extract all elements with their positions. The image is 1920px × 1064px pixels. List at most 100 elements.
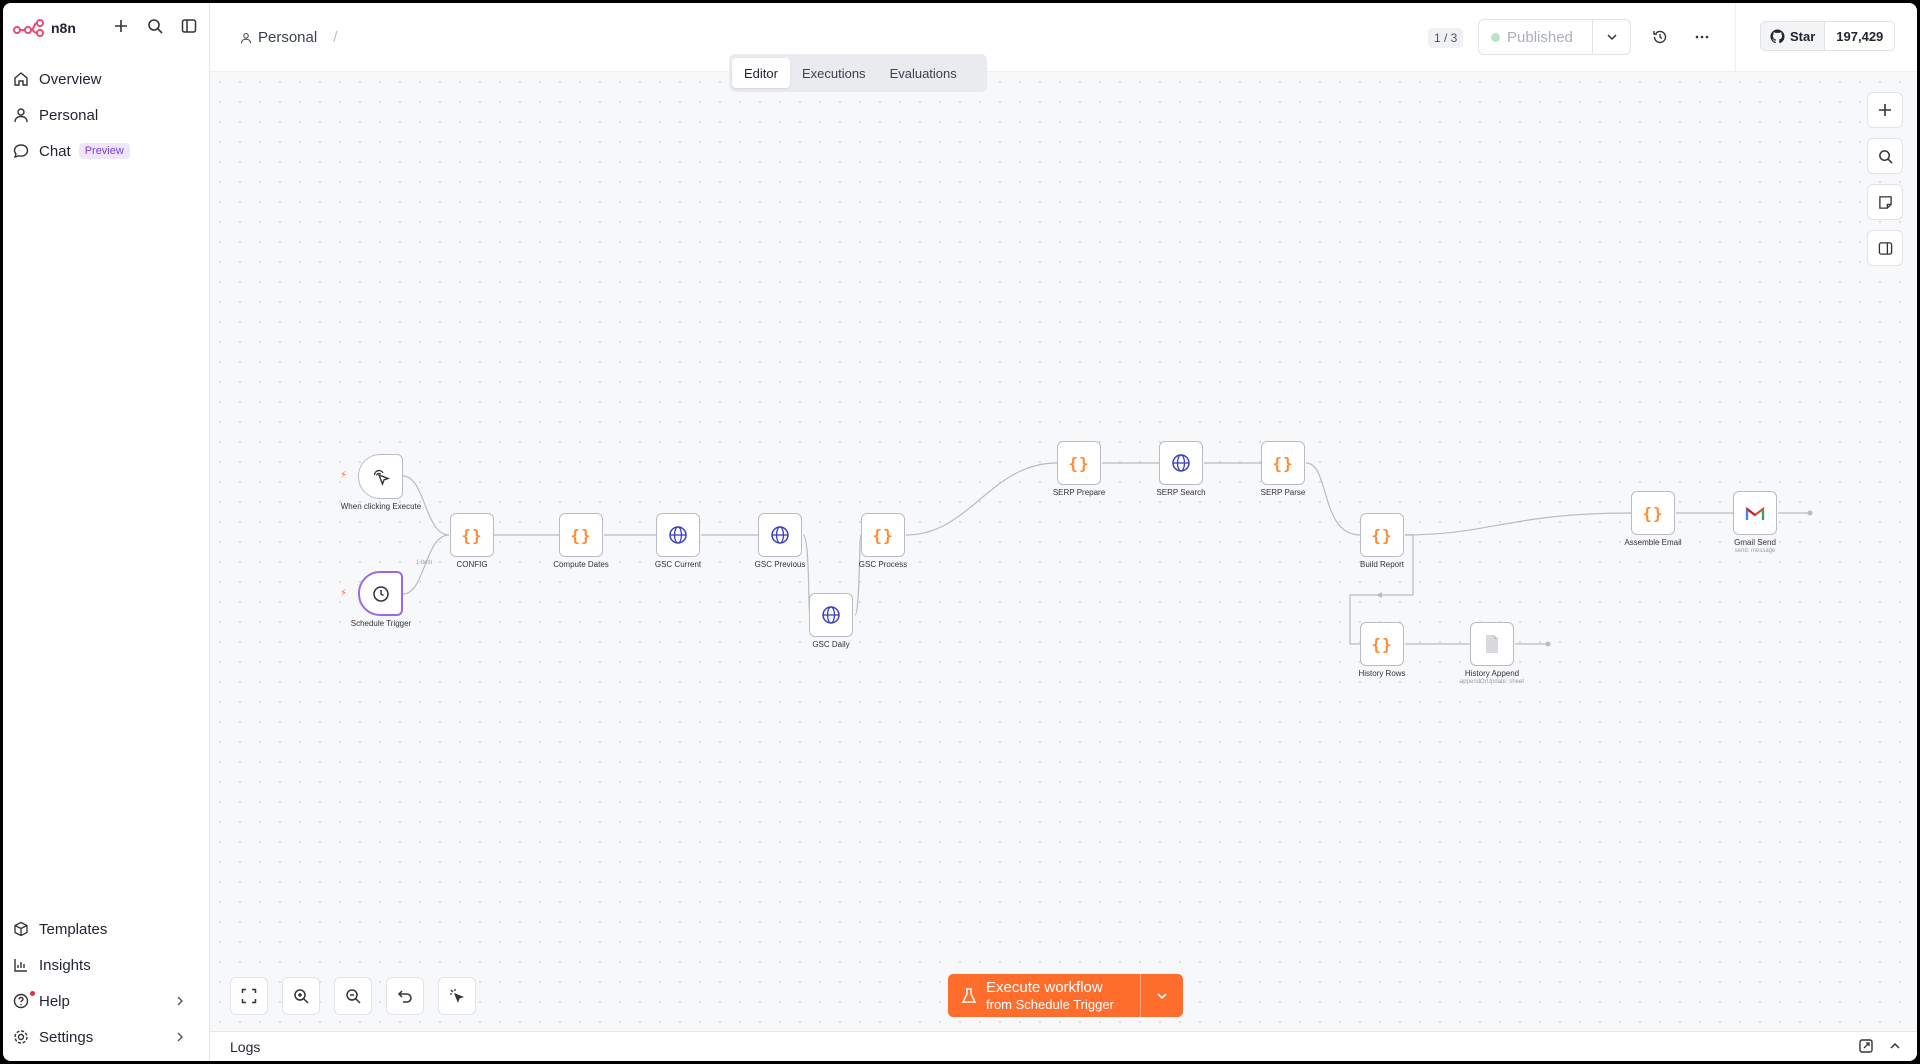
code-icon: {} — [872, 525, 894, 545]
sidebar-item-overview[interactable]: Overview — [3, 61, 209, 97]
sidebar-item-settings[interactable]: Settings — [3, 1019, 209, 1055]
view-tabs: Editor Executions Evaluations — [729, 54, 987, 92]
node-label: SERP Parse — [1260, 488, 1306, 497]
cursor-click-icon — [373, 469, 390, 486]
publish-dropdown-button[interactable] — [1592, 20, 1630, 54]
sidebar-item-label: Personal — [39, 106, 99, 124]
canvas-zoom-toolbar — [230, 977, 476, 1015]
side-panel-icon — [1878, 241, 1892, 255]
sidebar-item-personal[interactable]: Personal — [3, 97, 209, 133]
node-label: Assemble Email — [1624, 538, 1682, 547]
node-serp-prepare[interactable]: {} — [1057, 441, 1101, 485]
app-name: n8n — [51, 20, 76, 36]
code-icon: {} — [570, 525, 592, 545]
node-label: Compute Dates — [553, 560, 609, 569]
version-counter: 1 / 3 — [1428, 28, 1464, 48]
canvas-right-toolbar — [1867, 92, 1903, 266]
node-history-append[interactable] — [1470, 622, 1514, 666]
node-label: Schedule Trigger — [350, 619, 412, 628]
fit-view-button[interactable] — [230, 977, 268, 1015]
sidebar-item-insights[interactable]: Insights — [3, 947, 209, 983]
add-icon[interactable] — [111, 16, 131, 36]
node-manual-trigger[interactable] — [358, 454, 403, 499]
collapse-sidebar-icon[interactable] — [179, 16, 199, 36]
publish-control: Published — [1478, 19, 1631, 55]
node-gmail-send[interactable] — [1733, 491, 1777, 535]
github-icon — [1770, 28, 1785, 43]
sidebar-nav: Overview Personal Chat Preview — [3, 61, 209, 169]
node-label: CONFIG — [456, 560, 488, 569]
tab-editor[interactable]: Editor — [732, 58, 790, 88]
node-gsc-current[interactable] — [656, 513, 700, 557]
node-schedule-trigger[interactable] — [358, 571, 403, 616]
code-icon: {} — [1272, 453, 1294, 473]
search-icon[interactable] — [145, 16, 165, 36]
node-label: Build Report — [1359, 560, 1405, 569]
sidebar-item-templates[interactable]: Templates — [3, 911, 209, 947]
sidebar-item-chat[interactable]: Chat Preview — [3, 133, 209, 169]
node-serp-search[interactable] — [1159, 441, 1203, 485]
zoom-in-icon — [294, 989, 309, 1004]
chevron-down-icon — [1157, 992, 1167, 999]
breadcrumb-project: Personal — [258, 29, 318, 46]
breadcrumb[interactable]: Personal / — [240, 29, 337, 46]
sticky-note-button[interactable] — [1867, 184, 1903, 220]
tab-evaluations[interactable]: Evaluations — [878, 58, 969, 88]
globe-icon — [822, 606, 840, 624]
undo-button[interactable] — [386, 977, 424, 1015]
connection — [1305, 462, 1361, 536]
chevron-right-icon — [177, 996, 183, 1006]
node-assemble-email[interactable]: {} — [1631, 491, 1675, 535]
more-options-icon[interactable] — [1694, 29, 1710, 50]
node-sublabel: appendOrUpdate: sheet — [1459, 679, 1525, 685]
sidebar: n8n Overview Personal Chat Preview Templ… — [3, 3, 210, 1061]
tidy-up-button[interactable] — [438, 977, 476, 1015]
sidebar-item-label: Templates — [39, 920, 108, 938]
node-sublabel: send: message — [1734, 548, 1776, 554]
connection-arrow — [1376, 592, 1382, 598]
node-label: When clicking Execute — [340, 502, 422, 511]
connection-endpoint — [1545, 641, 1551, 647]
node-history-rows[interactable]: {} — [1360, 622, 1404, 666]
preview-badge: Preview — [78, 143, 130, 159]
node-compute-dates[interactable]: {} — [559, 513, 603, 557]
clock-icon — [372, 585, 389, 602]
app-logo[interactable]: n8n — [13, 17, 76, 39]
zoom-in-button[interactable] — [282, 977, 320, 1015]
github-star-widget: Star 197,429 — [1760, 21, 1896, 51]
workflow-canvas[interactable]: 1 item ⚡ When clicking Execute ⚡ Schedul… — [210, 72, 1917, 1031]
undo-icon — [397, 990, 412, 1003]
sidebar-item-help[interactable]: Help — [3, 983, 209, 1019]
tab-executions[interactable]: Executions — [790, 58, 878, 88]
plus-icon — [1879, 104, 1891, 116]
history-icon[interactable] — [1652, 29, 1668, 50]
add-node-button[interactable] — [1867, 92, 1903, 128]
node-gsc-process[interactable]: {} — [861, 513, 905, 557]
pop-out-icon[interactable] — [1859, 1039, 1873, 1058]
node-build-report[interactable]: {} — [1360, 513, 1404, 557]
bolt-icon: ⚡ — [340, 588, 348, 599]
chevron-up-icon[interactable] — [1889, 1039, 1901, 1058]
node-gsc-previous[interactable] — [758, 513, 802, 557]
sidebar-item-label: Chat — [39, 142, 71, 160]
code-icon: {} — [461, 525, 483, 545]
logs-panel[interactable]: Logs — [210, 1031, 1917, 1061]
home-icon — [14, 72, 28, 86]
published-button[interactable]: Published — [1479, 29, 1592, 46]
user-icon — [14, 108, 28, 123]
execute-title: Execute workflow — [986, 978, 1103, 996]
search-nodes-button[interactable] — [1867, 138, 1903, 174]
breadcrumb-separator: / — [333, 29, 338, 46]
github-star-button[interactable]: Star — [1761, 22, 1826, 50]
node-serp-parse[interactable]: {} — [1261, 441, 1305, 485]
header-divider — [1735, 3, 1736, 72]
sidebar-item-label: Help — [39, 992, 70, 1010]
toggle-panel-button[interactable] — [1867, 230, 1903, 266]
node-config[interactable]: {} — [450, 513, 494, 557]
execute-dropdown-button[interactable] — [1140, 974, 1183, 1017]
execute-workflow-button[interactable]: Execute workflow from Schedule Trigger — [948, 974, 1140, 1017]
zoom-out-button[interactable] — [334, 977, 372, 1015]
node-gsc-daily[interactable] — [809, 593, 853, 637]
app-window: n8n Overview Personal Chat Preview Templ… — [3, 3, 1917, 1061]
help-icon — [13, 993, 29, 1009]
